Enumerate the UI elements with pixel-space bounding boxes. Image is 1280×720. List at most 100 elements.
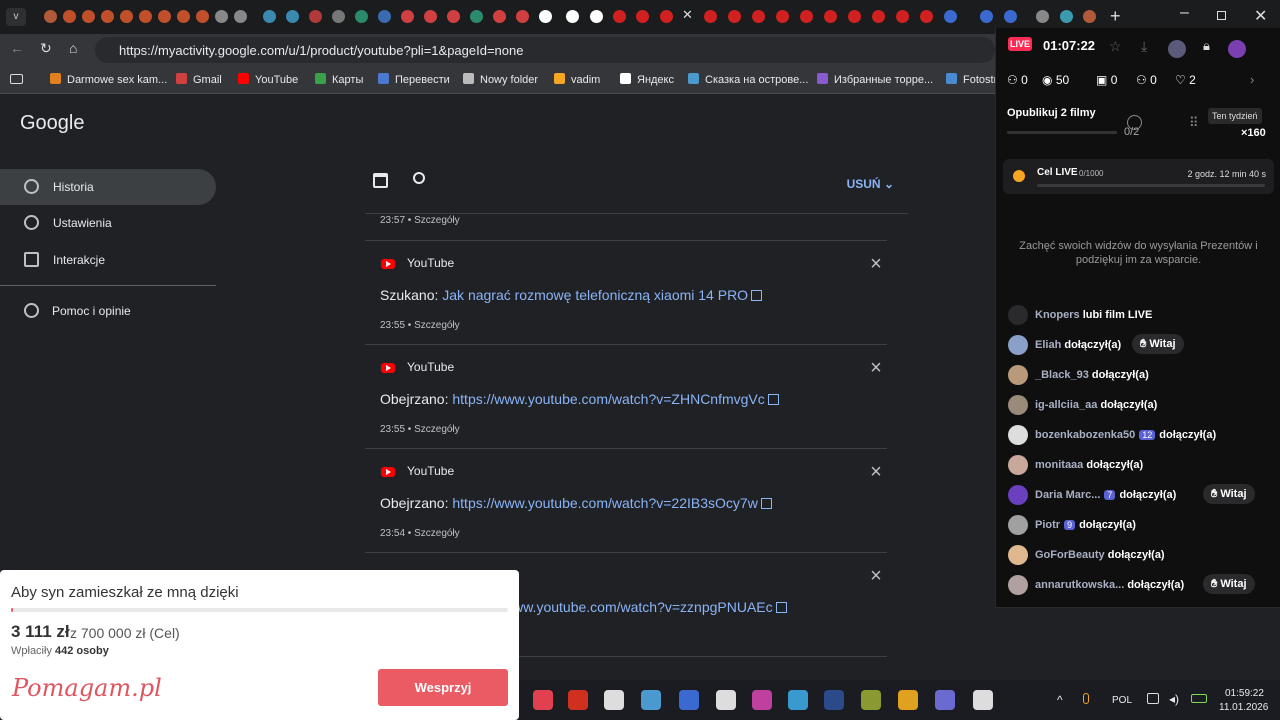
tab-favicon-icon[interactable] <box>1083 10 1096 23</box>
help-icon[interactable] <box>1127 115 1142 130</box>
support-button[interactable]: Wesprzyj <box>378 669 508 706</box>
bookmark-item[interactable]: Карты <box>315 73 363 86</box>
close-icon[interactable]: × <box>865 565 887 587</box>
tab-favicon-icon[interactable] <box>177 10 190 23</box>
avatar[interactable] <box>1168 40 1186 58</box>
tab-favicon-icon[interactable] <box>139 10 152 23</box>
extension-icon[interactable] <box>1228 40 1246 58</box>
tab-favicon-icon[interactable] <box>728 10 741 23</box>
bookmark-item[interactable]: Яндекс <box>620 73 674 86</box>
tab-favicon-icon[interactable] <box>704 10 717 23</box>
clock-time[interactable]: 01:59:22 <box>1225 688 1264 699</box>
search-icon[interactable] <box>413 172 425 184</box>
bookmark-item[interactable]: vadim <box>554 73 600 86</box>
external-link-icon[interactable] <box>751 290 763 301</box>
entry-meta[interactable]: 23:55 • Szczegóły <box>380 320 460 331</box>
chat-username[interactable]: ig-allciia_aa <box>1035 399 1097 411</box>
avatar[interactable] <box>1008 545 1028 565</box>
tab-favicon-icon[interactable] <box>848 10 861 23</box>
nav-historia[interactable]: Historia <box>0 169 216 205</box>
chat-username[interactable]: Eliah <box>1035 339 1061 351</box>
chat-username[interactable]: Daria Marc... <box>1035 489 1100 501</box>
avatar[interactable] <box>1008 425 1028 445</box>
tab-favicon-icon[interactable] <box>660 10 673 23</box>
bookmark-item[interactable]: Gmail <box>176 73 222 86</box>
avatar[interactable] <box>1008 515 1028 535</box>
close-icon[interactable]: × <box>865 357 887 379</box>
tab-favicon-icon[interactable] <box>896 10 909 23</box>
close-icon[interactable]: × <box>865 461 887 483</box>
avatar[interactable] <box>1008 485 1028 505</box>
download-icon[interactable]: ⤓ <box>1141 38 1147 55</box>
battery-icon[interactable] <box>1191 694 1207 703</box>
tab-favicon-icon[interactable] <box>82 10 95 23</box>
bookmark-item[interactable]: Darmowe sex kam... <box>50 73 167 86</box>
chat-username[interactable]: Piotr <box>1035 519 1060 531</box>
taskbar-app-icon[interactable] <box>679 690 699 710</box>
tab-favicon-icon[interactable] <box>752 10 765 23</box>
tab-favicon-icon[interactable] <box>944 10 957 23</box>
back-icon[interactable]: ← <box>10 40 24 56</box>
taskbar-app-icon[interactable] <box>752 690 772 710</box>
tab-favicon-icon[interactable] <box>872 10 885 23</box>
entry-meta[interactable]: 23:54 • Szczegóły <box>380 528 460 539</box>
google-logo[interactable]: Google <box>20 112 85 135</box>
tab-favicon-icon[interactable] <box>44 10 57 23</box>
entry-meta[interactable]: 23:57 • Szczegóły <box>380 215 460 226</box>
delete-button[interactable]: USUŃ ⌄ <box>847 177 894 191</box>
tab-favicon-icon[interactable] <box>824 10 837 23</box>
lock-icon[interactable]: 🔒︎ <box>1203 38 1210 54</box>
chat-username[interactable]: Knopers <box>1035 309 1080 321</box>
chat-username[interactable]: annarutkowska... <box>1035 579 1124 591</box>
taskbar-app-icon[interactable] <box>898 690 918 710</box>
activity-link[interactable]: www.youtube.com/watch?v=zznpgPNUAEc <box>503 599 773 615</box>
welcome-button[interactable]: ✋︎ Witaj <box>1203 574 1255 594</box>
nav-interakcje[interactable]: Interakcje <box>0 242 216 278</box>
tab-favicon-icon[interactable] <box>234 10 247 23</box>
language-indicator[interactable]: POL <box>1112 695 1132 706</box>
live-goal-card[interactable]: Cel LIVE 0/1000 2 godz. 12 min 40 s <box>1003 159 1274 194</box>
tab-favicon-icon[interactable] <box>158 10 171 23</box>
tab-favicon-icon[interactable] <box>63 10 76 23</box>
close-tab-icon[interactable]: ✕ <box>682 7 693 23</box>
tab-favicon-icon[interactable] <box>196 10 209 23</box>
grid-icon[interactable]: ⠿ <box>1189 115 1199 131</box>
tab-favicon-icon[interactable] <box>401 10 414 23</box>
taskbar-app-icon[interactable] <box>568 690 588 710</box>
tab-favicon-icon[interactable] <box>355 10 368 23</box>
bookmark-item[interactable]: Сказка на острове... <box>688 73 808 86</box>
taskbar-app-icon[interactable] <box>641 690 661 710</box>
chevron-up-icon[interactable]: ^ <box>1057 693 1063 707</box>
nav-help[interactable]: Pomoc i opinie <box>0 293 216 329</box>
avatar[interactable] <box>1008 455 1028 475</box>
avatar[interactable] <box>1008 365 1028 385</box>
volume-icon[interactable]: ◂) <box>1169 692 1179 706</box>
tab-favicon-icon[interactable] <box>980 10 993 23</box>
entry-meta[interactable]: 23:55 • Szczegóły <box>380 424 460 435</box>
network-icon[interactable] <box>1147 693 1159 704</box>
tab-favicon-icon[interactable] <box>447 10 460 23</box>
avatar[interactable] <box>1008 395 1028 415</box>
url-field[interactable]: https://myactivity.google.com/u/1/produc… <box>95 37 995 63</box>
chat-username[interactable]: monitaaa <box>1035 459 1083 471</box>
taskbar-app-icon[interactable] <box>861 690 881 710</box>
reload-icon[interactable]: ↻ <box>40 40 52 57</box>
tab-favicon-icon[interactable] <box>516 10 529 23</box>
external-link-icon[interactable] <box>767 394 779 405</box>
tab-favicon-icon[interactable] <box>215 10 228 23</box>
tab-favicon-icon[interactable] <box>1004 10 1017 23</box>
tab-favicon-icon[interactable] <box>378 10 391 23</box>
tab-favicon-icon[interactable] <box>470 10 483 23</box>
welcome-button[interactable]: ✋︎ Witaj <box>1203 484 1255 504</box>
tab-favicon-icon[interactable] <box>800 10 813 23</box>
avatar[interactable] <box>1008 575 1028 595</box>
home-icon[interactable]: ⌂ <box>69 40 77 56</box>
tab-favicon-icon[interactable] <box>920 10 933 23</box>
bookmark-item[interactable]: Nowy folder <box>463 73 538 86</box>
avatar[interactable] <box>1008 335 1028 355</box>
minimize-button[interactable]: – <box>1180 4 1189 22</box>
tab-favicon-icon[interactable] <box>332 10 345 23</box>
new-tab-button[interactable]: + <box>1110 6 1121 27</box>
tab-favicon-icon[interactable] <box>1060 10 1073 23</box>
tab-favicon-icon[interactable] <box>493 10 506 23</box>
